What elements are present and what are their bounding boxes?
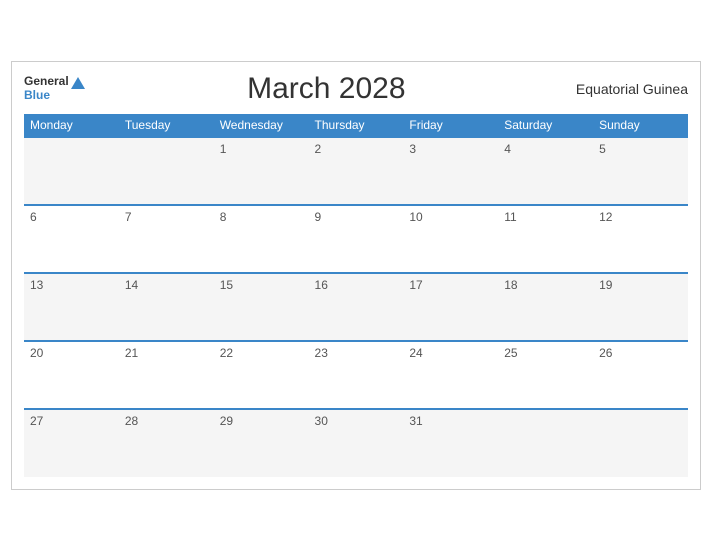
day-cell: 19 — [593, 273, 688, 341]
day-cell — [24, 137, 119, 205]
day-cell: 7 — [119, 205, 214, 273]
day-cell: 31 — [403, 409, 498, 477]
country-label: Equatorial Guinea — [568, 81, 688, 97]
logo-general-text: General — [24, 75, 69, 88]
day-cell: 3 — [403, 137, 498, 205]
day-number: 2 — [315, 142, 322, 156]
day-cell: 8 — [214, 205, 309, 273]
day-cell: 26 — [593, 341, 688, 409]
day-number: 24 — [409, 346, 422, 360]
day-number: 16 — [315, 278, 328, 292]
day-number: 27 — [30, 414, 43, 428]
header-friday: Friday — [403, 114, 498, 137]
calendar-table: Monday Tuesday Wednesday Thursday Friday… — [24, 114, 688, 477]
weekday-header-row: Monday Tuesday Wednesday Thursday Friday… — [24, 114, 688, 137]
day-cell: 18 — [498, 273, 593, 341]
day-number: 18 — [504, 278, 517, 292]
day-cell: 12 — [593, 205, 688, 273]
day-number: 15 — [220, 278, 233, 292]
day-cell: 15 — [214, 273, 309, 341]
day-number: 6 — [30, 210, 37, 224]
header-wednesday: Wednesday — [214, 114, 309, 137]
day-number: 13 — [30, 278, 43, 292]
day-number: 7 — [125, 210, 132, 224]
week-row-1: 1 2 3 4 5 — [24, 137, 688, 205]
day-cell: 14 — [119, 273, 214, 341]
day-number: 14 — [125, 278, 138, 292]
day-cell: 23 — [309, 341, 404, 409]
day-number: 25 — [504, 346, 517, 360]
day-cell: 29 — [214, 409, 309, 477]
calendar-container: General Blue March 2028 Equatorial Guine… — [11, 61, 701, 490]
day-cell: 21 — [119, 341, 214, 409]
day-number: 4 — [504, 142, 511, 156]
header-sunday: Sunday — [593, 114, 688, 137]
day-number: 17 — [409, 278, 422, 292]
logo-blue-text: Blue — [24, 89, 69, 102]
day-cell: 16 — [309, 273, 404, 341]
week-row-5: 27 28 29 30 31 — [24, 409, 688, 477]
day-cell: 2 — [309, 137, 404, 205]
day-cell: 10 — [403, 205, 498, 273]
day-cell: 27 — [24, 409, 119, 477]
day-number: 22 — [220, 346, 233, 360]
day-cell — [498, 409, 593, 477]
day-cell: 13 — [24, 273, 119, 341]
logo: General Blue — [24, 75, 85, 101]
logo-triangle-icon — [71, 77, 85, 89]
day-number: 1 — [220, 142, 227, 156]
day-cell — [593, 409, 688, 477]
day-number: 28 — [125, 414, 138, 428]
day-number: 20 — [30, 346, 43, 360]
week-row-2: 6 7 8 9 10 11 12 — [24, 205, 688, 273]
day-cell: 30 — [309, 409, 404, 477]
day-cell: 22 — [214, 341, 309, 409]
day-cell: 6 — [24, 205, 119, 273]
day-cell: 24 — [403, 341, 498, 409]
day-cell — [119, 137, 214, 205]
day-cell: 9 — [309, 205, 404, 273]
day-cell: 17 — [403, 273, 498, 341]
day-number: 30 — [315, 414, 328, 428]
day-number: 8 — [220, 210, 227, 224]
day-cell: 4 — [498, 137, 593, 205]
day-number: 29 — [220, 414, 233, 428]
header-monday: Monday — [24, 114, 119, 137]
week-row-3: 13 14 15 16 17 18 19 — [24, 273, 688, 341]
day-number: 19 — [599, 278, 612, 292]
day-number: 23 — [315, 346, 328, 360]
header-saturday: Saturday — [498, 114, 593, 137]
day-number: 21 — [125, 346, 138, 360]
day-number: 5 — [599, 142, 606, 156]
day-number: 11 — [504, 210, 516, 224]
day-number: 3 — [409, 142, 416, 156]
header-tuesday: Tuesday — [119, 114, 214, 137]
week-row-4: 20 21 22 23 24 25 26 — [24, 341, 688, 409]
day-number: 26 — [599, 346, 612, 360]
day-number: 31 — [409, 414, 422, 428]
calendar-title: March 2028 — [85, 72, 568, 106]
day-cell: 20 — [24, 341, 119, 409]
day-number: 12 — [599, 210, 612, 224]
day-number: 9 — [315, 210, 322, 224]
day-cell: 11 — [498, 205, 593, 273]
calendar-header: General Blue March 2028 Equatorial Guine… — [24, 72, 688, 106]
header-thursday: Thursday — [309, 114, 404, 137]
day-cell: 5 — [593, 137, 688, 205]
day-cell: 28 — [119, 409, 214, 477]
day-number: 10 — [409, 210, 422, 224]
day-cell: 1 — [214, 137, 309, 205]
day-cell: 25 — [498, 341, 593, 409]
